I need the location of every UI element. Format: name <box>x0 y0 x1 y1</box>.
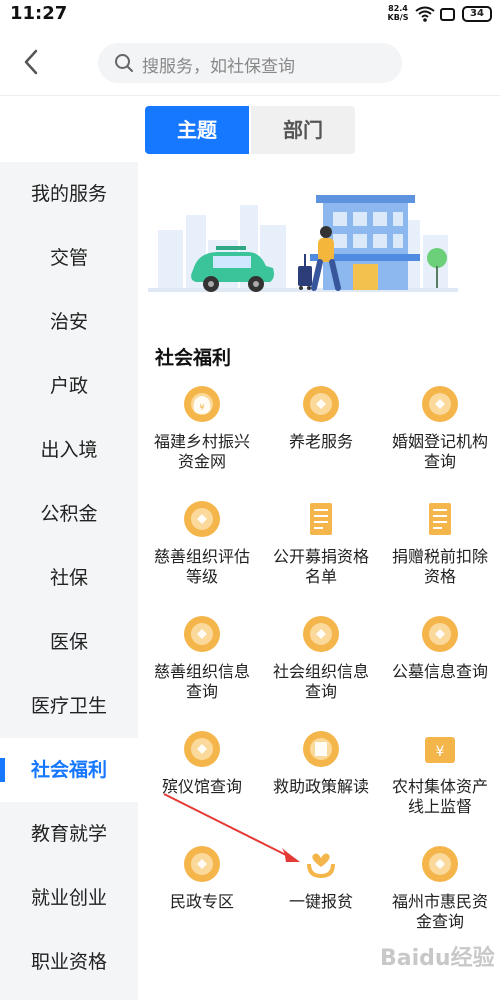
network-speed-value: 82.4 <box>388 4 408 13</box>
service-item-elderly-care-service[interactable]: 养老服务 <box>262 384 380 452</box>
money-bag-icon: ¥ <box>143 384 261 424</box>
funeral-home-icon <box>143 729 261 769</box>
policy-book-icon <box>262 729 380 769</box>
service-item-cemetery-info-query[interactable]: 公墓信息查询 <box>381 614 499 682</box>
service-item-charity-rating[interactable]: 慈善组织评估等级 <box>143 499 261 587</box>
service-item-charity-info-query[interactable]: 慈善组织信息查询 <box>143 614 261 702</box>
service-label: 社会组织信息查询 <box>272 662 369 701</box>
service-label: 婚姻登记机构查询 <box>391 432 488 471</box>
sidebar-item-social-welfare[interactable]: 社会福利 <box>0 738 138 802</box>
service-item-rural-revitalization-fund[interactable]: ¥ 福建乡村振兴资金网 <box>143 384 261 472</box>
service-label: 慈善组织信息查询 <box>153 662 250 701</box>
status-time: 11:27 <box>10 3 68 24</box>
service-item-public-fundraising-list[interactable]: 公开募捐资格名单 <box>262 499 380 587</box>
sidebar-item-healthcare[interactable]: 医疗卫生 <box>0 674 138 738</box>
organization-icon <box>262 614 380 654</box>
service-label: 慈善组织评估等级 <box>153 547 250 586</box>
sidebar-item-immigration[interactable]: 出入境 <box>0 418 138 482</box>
search-icon <box>115 54 133 72</box>
marriage-search-icon <box>381 384 499 424</box>
active-indicator <box>0 758 5 782</box>
sidebar-item-public-security[interactable]: 治安 <box>0 290 138 354</box>
service-item-social-organization-query[interactable]: 社会组织信息查询 <box>262 614 380 702</box>
charity-search-icon <box>143 499 261 539</box>
wifi-icon <box>415 6 435 22</box>
service-label: 公墓信息查询 <box>391 662 488 681</box>
cemetery-icon <box>381 614 499 654</box>
service-label: 民政专区 <box>169 892 234 911</box>
service-label: 养老服务 <box>288 432 353 451</box>
annotation-arrow <box>163 793 300 862</box>
rural-asset-icon: ¥ <box>381 729 499 769</box>
service-label: 农村集体资产线上监督 <box>391 777 488 816</box>
search-header: 搜服务，如社保查询 <box>0 30 500 96</box>
service-item-donation-tax-deduction[interactable]: 捐赠税前扣除资格 <box>381 499 499 587</box>
network-speed: 82.4 KB/S <box>385 4 411 22</box>
tab-department[interactable]: 部门 <box>251 106 355 154</box>
back-arrow-icon[interactable] <box>20 48 44 76</box>
service-label: 公开募捐资格名单 <box>272 547 369 586</box>
baidu-watermark: Baidu经验 <box>380 946 495 971</box>
service-item-funeral-home-query[interactable]: 殡仪馆查询 <box>143 729 261 797</box>
sidebar-item-my-services[interactable]: 我的服务 <box>0 162 138 226</box>
charity-info-icon <box>143 614 261 654</box>
service-label: 捐赠税前扣除资格 <box>391 547 488 586</box>
sidebar-item-education[interactable]: 教育就学 <box>0 802 138 866</box>
search-placeholder: 搜服务，如社保查询 <box>142 57 295 77</box>
svg-text:¥: ¥ <box>436 744 445 760</box>
document-list-icon <box>262 499 380 539</box>
sidebar-item-employment[interactable]: 就业创业 <box>0 866 138 930</box>
category-sidebar: 我的服务 交管 治安 户政 出入境 公积金 社保 医保 医疗卫生 社会福利 教育… <box>0 162 138 1000</box>
sidebar-item-housing-fund[interactable]: 公积金 <box>0 482 138 546</box>
banner-illustration <box>148 180 458 310</box>
tab-topic[interactable]: 主题 <box>145 106 249 154</box>
service-item-fuzhou-welfare-fund-query[interactable]: 福州市惠民资金查询 <box>381 844 499 932</box>
service-label: 福州市惠民资金查询 <box>391 892 488 931</box>
tab-bar: 主题 部门 <box>145 106 355 154</box>
svg-text:¥: ¥ <box>199 403 204 412</box>
screen-icon <box>440 8 455 21</box>
sidebar-item-professional-qualification[interactable]: 职业资格 <box>0 930 138 994</box>
section-title: 社会福利 <box>155 347 232 369</box>
status-bar: 11:27 82.4 KB/S 34 <box>0 0 500 30</box>
tax-document-icon <box>381 499 499 539</box>
service-item-marriage-registry-query[interactable]: 婚姻登记机构查询 <box>381 384 499 472</box>
sidebar-item-medical-insurance[interactable]: 医保 <box>0 610 138 674</box>
battery-icon: 34 <box>462 6 492 22</box>
sidebar-item-household[interactable]: 户政 <box>0 354 138 418</box>
elderly-icon <box>262 384 380 424</box>
sidebar-item-label: 社会福利 <box>30 759 107 781</box>
service-label: 福建乡村振兴资金网 <box>153 432 250 471</box>
fund-search-icon <box>381 844 499 884</box>
service-label: 一键报贫 <box>288 892 353 911</box>
search-input[interactable]: 搜服务，如社保查询 <box>98 43 402 83</box>
sidebar-item-traffic[interactable]: 交管 <box>0 226 138 290</box>
sidebar-item-social-security[interactable]: 社保 <box>0 546 138 610</box>
service-item-assistance-policy[interactable]: 救助政策解读 <box>262 729 380 797</box>
service-item-rural-asset-supervision[interactable]: ¥ 农村集体资产线上监督 <box>381 729 499 817</box>
network-speed-unit: KB/S <box>387 13 409 22</box>
